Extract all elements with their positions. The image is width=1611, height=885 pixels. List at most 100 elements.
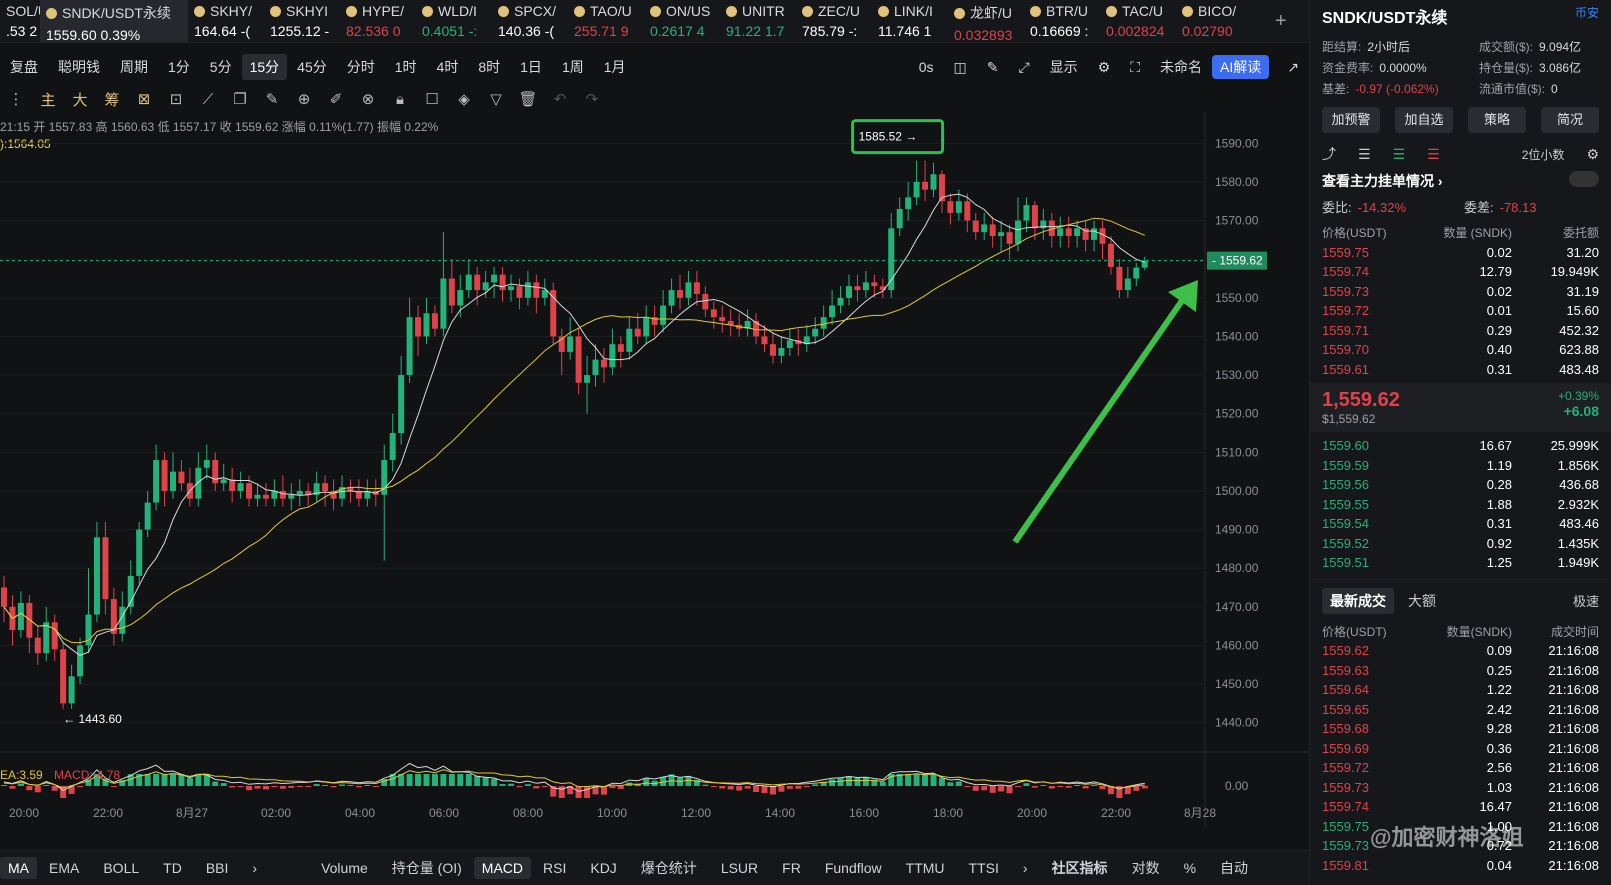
period-4[interactable]: 5分 xyxy=(200,57,242,77)
ticker-tab[interactable]: TAC/U 0.002824 xyxy=(1100,0,1176,42)
indicator-tab[interactable]: FR xyxy=(770,860,813,876)
trash-icon[interactable]: 🗑︎ xyxy=(512,90,544,108)
book-bid-icon[interactable]: ☰ xyxy=(1393,146,1406,163)
indicator-td[interactable]: TD xyxy=(151,860,194,876)
measure-icon[interactable]: ✎ xyxy=(256,90,288,108)
orderbook-row[interactable]: 1559.51 1.25 1.949K xyxy=(1310,553,1611,573)
book-ask-icon[interactable]: ☰ xyxy=(1427,146,1440,163)
ticker-tab[interactable]: WLD/I 0.4051 -: xyxy=(416,0,492,42)
ticker-tab[interactable]: SOL/U .53 2 xyxy=(0,0,40,42)
pencil-icon[interactable]: ✎ xyxy=(977,59,1009,76)
tool-main[interactable]: 主 xyxy=(32,89,64,110)
indicator-tab[interactable]: KDJ xyxy=(578,860,628,876)
settings-icon[interactable]: ⚙ xyxy=(1586,146,1599,163)
period-2[interactable]: 周期 xyxy=(110,57,158,77)
camera-icon[interactable]: ◫ xyxy=(943,59,976,76)
indicator-tab[interactable]: Volume xyxy=(309,860,380,876)
expand-icon[interactable]: ⤢ xyxy=(1008,59,1039,76)
layout-name[interactable]: 未命名 xyxy=(1150,57,1212,77)
orderbook-row[interactable]: 1559.56 0.28 436.68 xyxy=(1310,475,1611,495)
book-both-icon[interactable]: ☰ xyxy=(1358,146,1371,163)
orderbook-row[interactable]: 1559.55 1.88 2.932K xyxy=(1310,495,1611,515)
indicator-ma[interactable]: MA xyxy=(0,857,37,879)
indicator-bbi[interactable]: BBI xyxy=(194,860,241,876)
indicator-tab[interactable]: MACD xyxy=(473,857,532,879)
exchange-label[interactable]: 币安 xyxy=(1575,4,1599,28)
ticker-tab[interactable]: LINK/I 11.746 1 xyxy=(872,0,948,42)
indicator-boll[interactable]: BOLL xyxy=(91,860,151,876)
action-button[interactable]: 策略 xyxy=(1468,107,1526,133)
orderbook-row[interactable]: 1559.74 12.79 19.949K xyxy=(1310,262,1611,282)
ticker-tab[interactable]: SPCX/140.36 -( xyxy=(492,0,568,42)
candlestick-chart[interactable]: 1590.001580.001570.001560.001550.001540.… xyxy=(0,112,1309,827)
ticker-tab[interactable]: BTR/U 0.16669 : xyxy=(1024,0,1100,42)
ticker-tab[interactable]: BICO/0.02790 xyxy=(1176,0,1246,42)
chart-option[interactable]: % xyxy=(1172,860,1208,876)
period-11[interactable]: 1日 xyxy=(510,57,552,77)
ticker-tab[interactable]: HYPE/82.536 0 xyxy=(340,0,416,42)
period-8[interactable]: 1时 xyxy=(385,57,427,77)
chart-option[interactable]: 对数 xyxy=(1120,858,1172,878)
orderbook-row[interactable]: 1559.59 1.19 1.856K xyxy=(1310,456,1611,476)
period-12[interactable]: 1周 xyxy=(552,57,594,77)
period-6[interactable]: 45分 xyxy=(287,57,337,77)
ticker-tab[interactable]: UNITR 91.22 1.7 xyxy=(720,0,796,42)
orderbook-row[interactable]: 1559.52 0.92 1.435K xyxy=(1310,534,1611,554)
ai-button[interactable]: AI解读 xyxy=(1212,55,1270,79)
magnet-icon[interactable]: ◈ xyxy=(448,90,480,108)
redo-icon[interactable]: ↷ xyxy=(576,90,608,108)
ticker-tab[interactable]: SKHYI 1255.12 - xyxy=(264,0,340,42)
main-orders-link[interactable]: 查看主力挂单情况 › xyxy=(1310,167,1611,195)
chart-option[interactable]: 社区指标 xyxy=(1040,858,1120,878)
action-button[interactable]: 加自选 xyxy=(1395,107,1453,133)
share-icon[interactable]: ↗ xyxy=(1277,59,1309,76)
filter-icon[interactable]: ▽ xyxy=(480,90,512,108)
period-13[interactable]: 1月 xyxy=(594,57,636,77)
toggle-switch[interactable] xyxy=(1569,171,1599,187)
orderbook-row[interactable]: 1559.73 0.02 31.19 xyxy=(1310,282,1611,302)
trades-tab[interactable]: 最新成交 xyxy=(1322,587,1394,614)
link-icon[interactable]: ⊗ xyxy=(352,90,384,108)
period-10[interactable]: 8时 xyxy=(468,57,510,77)
orderbook-row[interactable]: 1559.60 16.67 25.999K xyxy=(1310,436,1611,456)
ticker-tab[interactable]: SKHY/164.64 -( xyxy=(188,0,264,42)
indicator-tab[interactable]: TTMU xyxy=(894,860,957,876)
fast-checkbox[interactable]: 极速 xyxy=(1573,591,1599,610)
period-0[interactable]: 复盘 xyxy=(0,57,48,77)
period-7[interactable]: 分时 xyxy=(337,57,385,77)
orderbook-row[interactable]: 1559.71 0.29 452.32 xyxy=(1310,321,1611,341)
indicator-tab[interactable]: TTSI xyxy=(957,860,1011,876)
display-button[interactable]: 显示 xyxy=(1040,57,1088,77)
orderbook-row[interactable]: 1559.72 0.01 15.60 xyxy=(1310,301,1611,321)
copy-icon[interactable]: ❐ xyxy=(224,90,256,108)
settings-icon[interactable]: ⚙ xyxy=(1088,59,1121,76)
edit-icon[interactable]: ☐ xyxy=(416,90,448,108)
period-1[interactable]: 聪明钱 xyxy=(48,57,110,77)
expand-icon[interactable]: ⤴ xyxy=(1322,144,1336,164)
fullscreen-icon[interactable]: ⛶ xyxy=(1120,59,1150,76)
ticker-tab[interactable]: SNDK/USDT永续 1559.60 0.39% xyxy=(40,0,188,42)
chevron-right-icon[interactable]: › xyxy=(240,860,269,876)
draw-icon[interactable]: ⊡ xyxy=(160,90,192,108)
orderbook-row[interactable]: 1559.70 0.40 623.88 xyxy=(1310,340,1611,360)
ticker-tab[interactable]: ZEC/U 785.79 -: xyxy=(796,0,872,42)
indicator-tab[interactable]: 爆仓统计 xyxy=(629,858,709,878)
period-3[interactable]: 1分 xyxy=(158,57,200,77)
indicator-tab[interactable]: RSI xyxy=(531,860,578,876)
chevron-right-icon[interactable]: › xyxy=(1011,860,1040,876)
trades-tab[interactable]: 大额 xyxy=(1408,591,1436,611)
ticker-tab[interactable]: TAO/U 255.71 9 xyxy=(568,0,644,42)
orderbook-row[interactable]: 1559.75 0.02 31.20 xyxy=(1310,243,1611,263)
ticker-tab[interactable]: 龙虾/U 0.032893 xyxy=(948,0,1024,42)
zoom-icon[interactable]: ⊕ xyxy=(288,90,320,108)
chart-option[interactable]: 自动 xyxy=(1208,858,1260,878)
ticker-tab[interactable]: ON/US 0.2617 4 xyxy=(644,0,720,42)
orderbook-row[interactable]: 1559.61 0.31 483.48 xyxy=(1310,360,1611,380)
line-tool-icon[interactable]: ⟋ xyxy=(192,91,224,108)
orderbook-row[interactable]: 1559.54 0.31 483.46 xyxy=(1310,514,1611,534)
ruler-icon[interactable]: ⊠ xyxy=(128,90,160,108)
lock-icon[interactable]: 🔒︎ xyxy=(384,91,416,108)
indicator-ema[interactable]: EMA xyxy=(37,860,91,876)
undo-icon[interactable]: ↶ xyxy=(544,90,576,108)
action-button[interactable]: 加预警 xyxy=(1322,107,1380,133)
